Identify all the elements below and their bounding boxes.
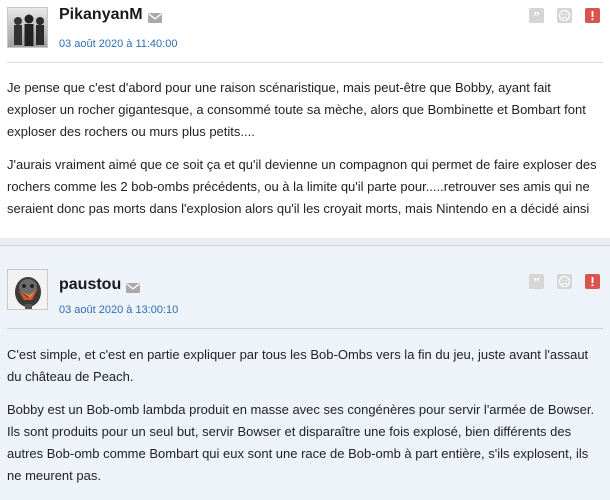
- avatar[interactable]: [7, 269, 48, 310]
- svg-text:”: ”: [533, 9, 540, 24]
- post-header: paustou 03 août 2020 à 13:00:10 ”: [0, 246, 610, 316]
- report-icon[interactable]: [585, 274, 600, 289]
- post-date[interactable]: 03 août 2020 à 13:00:10: [59, 304, 178, 316]
- username[interactable]: paustou: [59, 276, 121, 294]
- post-paragraph: Bobby est un Bob-omb lambda produit en m…: [7, 402, 595, 483]
- forum-post: paustou 03 août 2020 à 13:00:10 ” C'est …: [0, 245, 610, 500]
- avatar[interactable]: [7, 7, 48, 48]
- envelope-icon[interactable]: [126, 280, 140, 293]
- header-divider: [7, 62, 603, 63]
- username[interactable]: PikanyanM: [59, 6, 143, 24]
- post-content: Je pense que c'est d'abord pour une rais…: [7, 77, 603, 231]
- forum-post: PikanyanM 03 août 2020 à 11:40:00 ” Je p…: [0, 0, 610, 244]
- report-icon[interactable]: [585, 8, 600, 23]
- svg-text:”: ”: [533, 275, 540, 290]
- post-paragraph: Je pense que c'est d'abord pour une rais…: [7, 80, 586, 139]
- quote-icon[interactable]: ”: [529, 8, 544, 24]
- post-content: C'est simple, et c'est en partie expliqu…: [7, 344, 603, 498]
- quote-icon[interactable]: ”: [529, 274, 544, 290]
- post-paragraph: C'est simple, et c'est en partie expliqu…: [7, 347, 589, 384]
- post-separator: [0, 238, 610, 245]
- envelope-icon[interactable]: [148, 10, 162, 23]
- sad-face-icon[interactable]: [557, 8, 572, 23]
- post-date[interactable]: 03 août 2020 à 11:40:00: [59, 38, 177, 50]
- sad-face-icon[interactable]: [557, 274, 572, 289]
- post-paragraph: J'aurais vraiment aimé que ce soit ça et…: [7, 157, 597, 216]
- header-divider: [7, 328, 603, 329]
- post-header: PikanyanM 03 août 2020 à 11:40:00 ”: [0, 0, 610, 60]
